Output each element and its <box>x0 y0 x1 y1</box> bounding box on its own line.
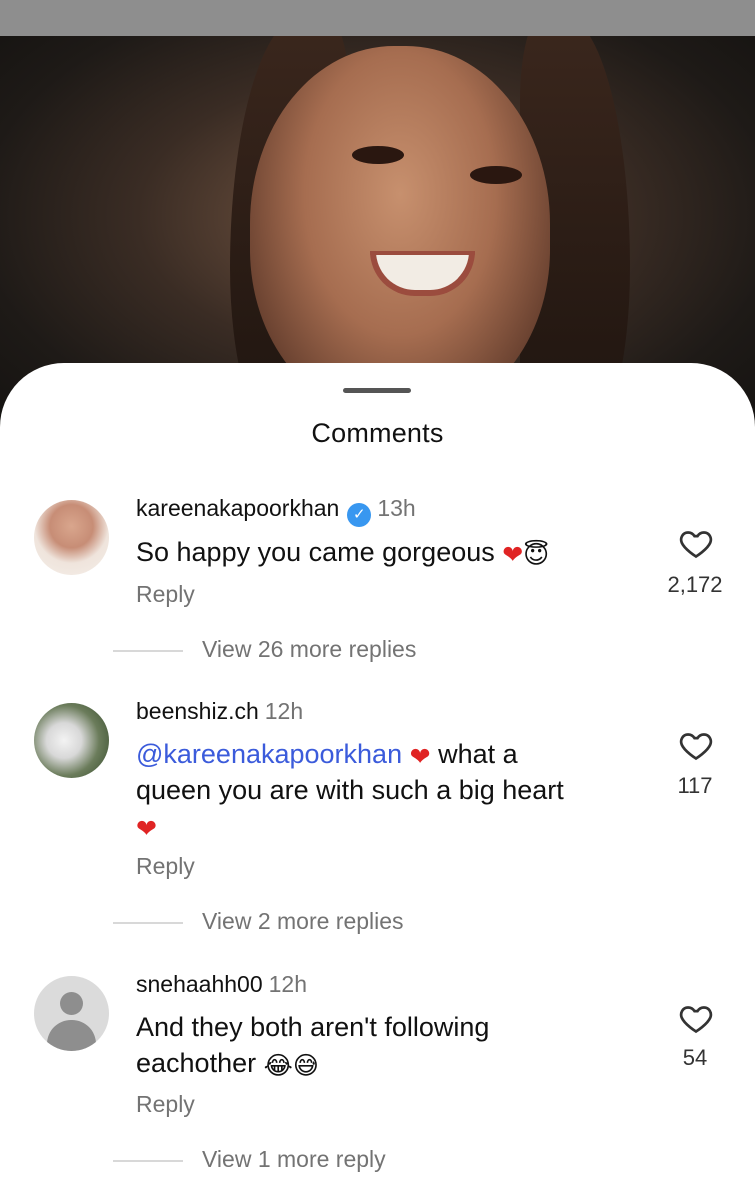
tears-of-joy-emoji: 😂 <box>263 1052 293 1080</box>
like-count: 54 <box>682 1045 708 1070</box>
like-count: 2,172 <box>667 572 723 597</box>
avatar[interactable] <box>34 703 109 778</box>
verified-badge-icon: ✓ <box>347 503 372 527</box>
reply-button[interactable]: Reply <box>136 853 195 880</box>
heart-outline-icon[interactable] <box>678 1000 714 1036</box>
comment-time: 12h <box>264 698 304 724</box>
red-heart-emoji: ❤ <box>136 815 157 843</box>
comment-text: And they both aren't following eachother… <box>136 1009 636 1081</box>
replies-divider-line <box>113 1160 183 1162</box>
comment-mention-link[interactable]: @kareenakapoorkhan <box>136 739 402 769</box>
video-figure-face <box>250 46 550 416</box>
comment-time: 13h <box>377 495 416 521</box>
red-heart-emoji: ❤ <box>409 743 431 771</box>
status-bar <box>0 0 755 36</box>
comment-meta: beenshiz.ch 12h <box>136 698 303 725</box>
view-more-replies-label[interactable]: View 2 more replies <box>202 908 404 935</box>
comments-sheet: Comments kareenakapoorkhan ✓ 13h So happy … <box>0 363 755 1200</box>
view-more-replies[interactable]: View 26 more replies <box>0 636 755 666</box>
reply-button[interactable]: Reply <box>136 1091 195 1118</box>
comment-text: @kareenakapoorkhan ❤ what a queen you ar… <box>136 736 636 844</box>
comment-text: So happy you came gorgeous ❤😇 <box>136 534 636 570</box>
default-avatar-body-icon <box>47 1020 96 1051</box>
like-count: 117 <box>677 773 713 798</box>
sheet-title: Comments <box>311 418 444 448</box>
heart-outline-icon[interactable] <box>678 525 714 561</box>
view-more-replies-label[interactable]: View 1 more reply <box>202 1146 386 1173</box>
comment-text-body: And they both aren't following <box>136 1012 490 1042</box>
comment-username[interactable]: beenshiz.ch <box>136 698 259 724</box>
comment-meta: snehaahh00 12h <box>136 971 307 998</box>
view-more-replies[interactable]: View 2 more replies <box>0 908 755 938</box>
avatar[interactable] <box>34 500 109 575</box>
reply-button[interactable]: Reply <box>136 581 195 608</box>
sheet-drag-handle[interactable] <box>343 388 411 393</box>
comment-text-body: So happy you came gorgeous <box>136 537 495 567</box>
default-avatar-head-icon <box>60 992 83 1015</box>
replies-divider-line <box>113 922 183 924</box>
comment-username[interactable]: kareenakapoorkhan <box>136 495 339 521</box>
comment-username[interactable]: snehaahh00 <box>136 971 263 997</box>
view-more-replies[interactable]: View 1 more reply <box>0 1146 755 1176</box>
view-more-replies-label[interactable]: View 26 more replies <box>202 636 416 663</box>
smiling-face-with-halo-emoji: 😇 <box>523 541 550 569</box>
heart-outline-icon[interactable] <box>678 727 714 763</box>
avatar[interactable] <box>34 976 109 1051</box>
replies-divider-line <box>113 650 183 652</box>
video-figure-eye-left <box>352 146 404 164</box>
comment-time: 12h <box>268 971 307 997</box>
comment-text-body: eachother <box>136 1048 257 1078</box>
comment-text-body: what a <box>438 739 518 769</box>
video-figure-eye-right <box>470 166 522 184</box>
comment-meta: kareenakapoorkhan ✓ 13h <box>136 495 416 527</box>
red-heart-emoji: ❤ <box>502 541 524 569</box>
comment-text-body: queen you are with such a big heart <box>136 775 564 805</box>
grinning-sweat-emoji: 😅 <box>292 1052 319 1080</box>
